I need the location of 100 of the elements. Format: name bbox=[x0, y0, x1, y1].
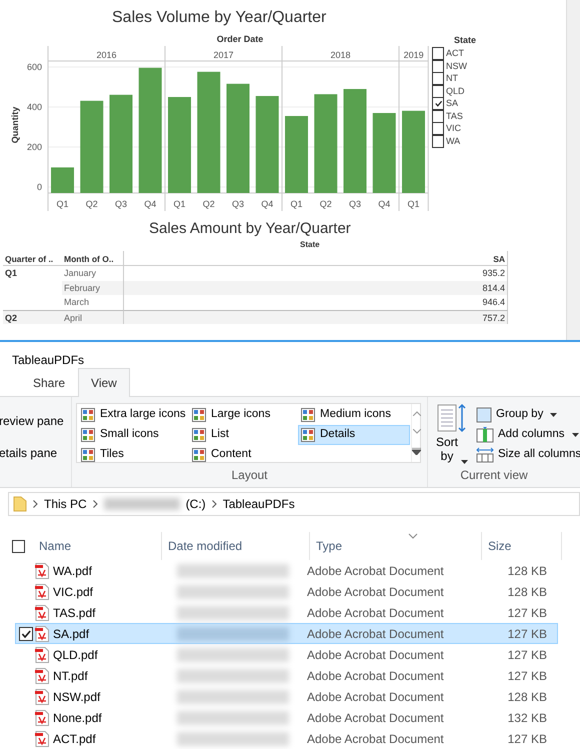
view-icon bbox=[192, 408, 206, 422]
checkbox-label[interactable]: SA bbox=[446, 97, 458, 110]
command-button[interactable]: Add columns bbox=[476, 425, 580, 445]
column-header[interactable]: Name bbox=[39, 537, 72, 555]
chart-title: Sales Volume by Year/Quarter bbox=[111, 8, 328, 28]
file-row[interactable]: WA.pdf Adobe Acrobat Document 128 KB bbox=[15, 560, 558, 581]
quarter-label: Q1 bbox=[56, 199, 68, 209]
breadcrumb[interactable]: (C:) bbox=[186, 495, 206, 513]
layout-option[interactable]: Extra large icons bbox=[78, 405, 189, 425]
checkbox-label[interactable]: NT bbox=[446, 72, 458, 86]
scrollbar[interactable] bbox=[566, 0, 580, 340]
file-row[interactable]: NT.pdf Adobe Acrobat Document 127 KB bbox=[15, 665, 558, 686]
file-name[interactable]: TAS.pdf bbox=[50, 604, 177, 622]
layout-option[interactable]: Details bbox=[298, 425, 410, 445]
checkbox[interactable] bbox=[432, 110, 444, 123]
resize-columns-icon bbox=[476, 447, 494, 463]
layout-option[interactable]: Medium icons bbox=[298, 405, 410, 425]
file-size: 127 KB bbox=[507, 626, 547, 642]
tick-label: 600 bbox=[26, 62, 42, 72]
year-label: 2017 bbox=[213, 50, 234, 60]
checkbox[interactable] bbox=[432, 97, 444, 110]
checkbox-label[interactable]: ACT bbox=[446, 47, 464, 60]
quarter-label: Q3 bbox=[349, 199, 361, 209]
file-size: 127 KB bbox=[507, 604, 547, 622]
checkbox[interactable] bbox=[432, 47, 444, 60]
quarter-label: Q1 bbox=[290, 199, 302, 209]
checkbox[interactable] bbox=[19, 626, 33, 640]
layout-option[interactable]: Small icons bbox=[78, 425, 189, 445]
checkbox-label[interactable]: QLD bbox=[446, 84, 465, 98]
pdf-file-icon bbox=[34, 668, 50, 684]
checkbox-label[interactable]: NSW bbox=[446, 60, 467, 73]
ribbon-tab[interactable]: Share bbox=[20, 368, 78, 397]
chevron-icon[interactable] bbox=[33, 500, 38, 508]
address-bar[interactable]: This PC (C:) TableauPDFs bbox=[8, 492, 580, 516]
checkbox-label[interactable]: TAS bbox=[446, 110, 463, 123]
sort-caret-icon bbox=[408, 533, 418, 539]
legend-title: State bbox=[453, 34, 478, 47]
dropdown-caret-icon bbox=[461, 460, 468, 464]
file-name[interactable]: VIC.pdf bbox=[50, 582, 177, 600]
file-row[interactable]: TAS.pdf Adobe Acrobat Document 127 KB bbox=[15, 602, 558, 623]
file-name[interactable]: None.pdf bbox=[50, 708, 177, 726]
checkbox[interactable] bbox=[432, 122, 444, 136]
pane-button[interactable]: review pane bbox=[0, 411, 71, 431]
checkbox-label[interactable]: WA bbox=[446, 134, 460, 148]
group-label: Layout bbox=[230, 467, 269, 484]
file-name[interactable]: NT.pdf bbox=[50, 666, 177, 684]
file-row[interactable]: ACT.pdf Adobe Acrobat Document 127 KB bbox=[15, 728, 558, 749]
checkbox[interactable] bbox=[432, 84, 444, 98]
ribbon-tab[interactable]: View bbox=[78, 368, 130, 397]
view-icon bbox=[81, 408, 95, 422]
file-size: 128 KB bbox=[507, 562, 547, 580]
column-header[interactable]: Date modified bbox=[168, 537, 242, 555]
year-label: 2019 bbox=[404, 50, 424, 60]
scroll-down-icon[interactable] bbox=[412, 429, 420, 434]
chevron-icon[interactable] bbox=[92, 500, 98, 508]
file-type: Adobe Acrobat Document bbox=[307, 688, 445, 706]
layout-option[interactable]: List bbox=[189, 425, 298, 445]
file-type: Adobe Acrobat Document bbox=[307, 626, 445, 642]
expand-icon[interactable] bbox=[412, 448, 421, 456]
checkbox[interactable] bbox=[432, 60, 444, 73]
quarter-label: Q1 bbox=[408, 199, 420, 209]
breadcrumb[interactable]: TableauPDFs bbox=[222, 495, 295, 513]
sort-by-button[interactable]: Sort by bbox=[436, 403, 468, 466]
column-header[interactable]: Type bbox=[316, 537, 342, 555]
view-icon bbox=[192, 428, 206, 442]
file-row[interactable]: VIC.pdf Adobe Acrobat Document 128 KB bbox=[15, 581, 558, 602]
tick-label: 200 bbox=[26, 142, 42, 152]
scroll-up-icon[interactable] bbox=[412, 410, 420, 416]
file-row[interactable]: SA.pdf Adobe Acrobat Document 127 KB bbox=[15, 623, 558, 644]
breadcrumb[interactable]: This PC bbox=[44, 495, 87, 513]
column-header: Quarter of .. bbox=[3, 251, 62, 266]
layout-option[interactable]: Tiles bbox=[78, 445, 189, 465]
command-button[interactable]: Group by bbox=[476, 405, 580, 425]
pdf-file-icon bbox=[34, 584, 50, 600]
file-name[interactable]: QLD.pdf bbox=[50, 646, 177, 664]
view-icon bbox=[301, 408, 315, 422]
pdf-file-icon bbox=[34, 710, 50, 726]
window-title: TableauPDFs bbox=[12, 353, 84, 367]
column-header: SA bbox=[124, 251, 508, 266]
quarter-label: Q1 bbox=[174, 199, 186, 209]
quarter-label: Q4 bbox=[144, 199, 156, 209]
file-name[interactable]: NSW.pdf bbox=[50, 688, 177, 706]
layout-option[interactable]: Large icons bbox=[189, 405, 298, 425]
chevron-icon[interactable] bbox=[212, 500, 217, 508]
axis-title: Quantity bbox=[10, 106, 20, 144]
checkbox[interactable] bbox=[432, 72, 444, 86]
file-row[interactable]: None.pdf Adobe Acrobat Document 132 KB bbox=[15, 707, 558, 728]
file-name[interactable]: ACT.pdf bbox=[50, 730, 177, 748]
column-header[interactable]: Size bbox=[488, 537, 512, 555]
file-type: Adobe Acrobat Document bbox=[307, 562, 445, 580]
file-row[interactable]: NSW.pdf Adobe Acrobat Document 128 KB bbox=[15, 686, 558, 707]
checkbox-label[interactable]: VIC bbox=[446, 122, 462, 136]
select-all-checkbox[interactable] bbox=[12, 540, 25, 552]
file-name[interactable]: WA.pdf bbox=[50, 562, 177, 580]
column-group-header: State bbox=[300, 240, 320, 249]
pdf-file-icon bbox=[34, 562, 50, 578]
layout-option[interactable]: Content bbox=[189, 445, 298, 465]
file-row[interactable]: QLD.pdf Adobe Acrobat Document 127 KB bbox=[15, 644, 558, 665]
file-name[interactable]: SA.pdf bbox=[50, 624, 177, 642]
checkbox[interactable] bbox=[432, 134, 444, 148]
